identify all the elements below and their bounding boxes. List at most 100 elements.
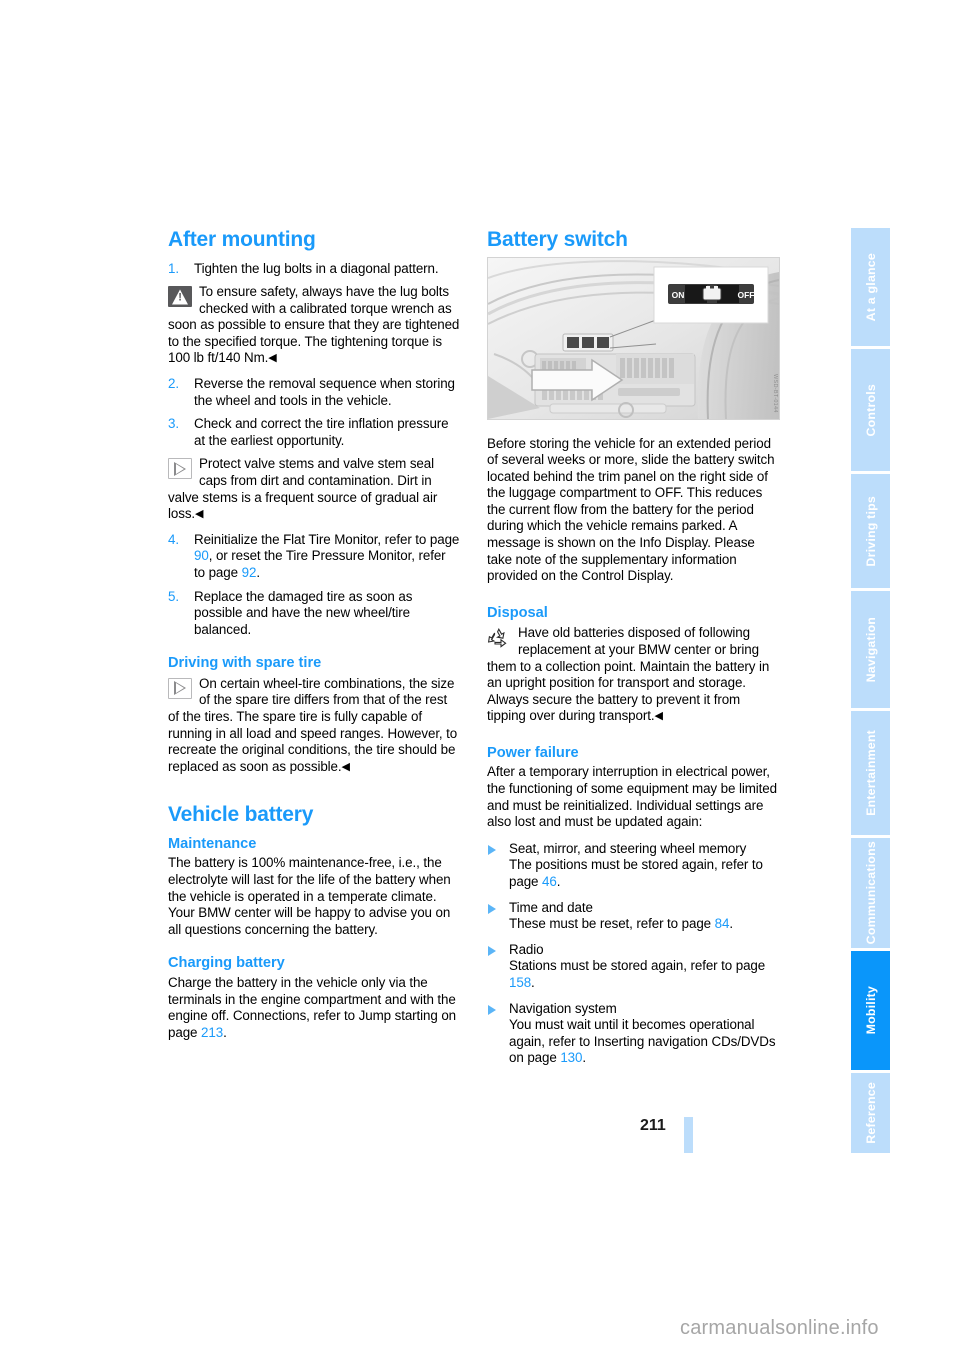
power-failure-intro: After a temporary interruption in electr… [487,764,777,830]
note-end-marker: ◀ [195,508,204,521]
sidebar-item-mobility[interactable]: Mobility [851,951,890,1070]
tab-label: Communications [863,841,878,945]
note-end-marker: ◀ [654,710,663,723]
page-reference-link[interactable]: 213 [201,1025,223,1040]
triangle-bullet-icon [488,844,496,855]
step-text: Reverse the removal sequence when storin… [194,376,455,408]
battery-switch-text: Before storing the vehicle for an extend… [487,435,775,584]
tab-label: Reference [863,1082,878,1144]
step-text-before: Reinitialize the Flat Tire Monitor, refe… [194,531,460,547]
valve-note-text: Protect valve stems and valve stem seal … [168,456,438,522]
step-item: 1. Tighten the lug bolts in a diagonal p… [168,261,460,278]
step-item: 2. Reverse the removal sequence when sto… [168,376,460,409]
note-end-marker: ◀ [268,352,277,365]
sidebar-item-communications[interactable]: Communications [851,838,890,948]
step-text-after: . [256,565,260,581]
list-item-detail-before: Stations must be stored again, refer to … [509,958,766,974]
sidebar-item-driving-tips[interactable]: Driving tips [851,474,890,588]
tab-label: At a glance [863,252,878,322]
page-reference-link[interactable]: 130 [560,1050,582,1065]
step-item: 3. Check and correct the tire inflation … [168,416,460,449]
tab-label: Mobility [863,986,878,1035]
tab-label: Driving tips [863,495,878,567]
valve-note-block: Protect valve stems and valve stem seal … [168,456,460,522]
heading-charging-battery: Charging battery [168,955,285,972]
list-item-detail-after: . [556,873,561,889]
warning-note: ! To ensure safety, always have the lug … [168,284,460,367]
power-failure-list: Seat, mirror, and steering wheel memory … [487,841,779,1067]
step-text-mid: , or reset the Tire Pressure Monitor, re… [194,548,446,581]
step-item: 5. Replace the damaged tire as soon as p… [168,589,460,639]
page-title-after-mounting: After mounting [168,228,316,251]
note-triangle-icon [168,458,192,480]
list-item-title: Time and date [509,899,593,915]
manual-page: After mounting 1. Tighten the lug bolts … [0,0,960,1358]
tab-label: Navigation [863,616,878,683]
step-number: 2. [168,376,179,392]
page-reference-link[interactable]: 92 [242,565,257,580]
triangle-bullet-icon [488,1004,496,1015]
charging-text-after: . [223,1024,227,1040]
step-number: 4. [168,531,179,547]
step-text: Tighten the lug bolts in a diagonal patt… [194,260,439,276]
warning-triangle-icon: ! [168,286,192,308]
recycle-icon [487,627,511,649]
step-number: 5. [168,588,179,604]
sidebar-item-at-a-glance[interactable]: At a glance [851,228,890,346]
list-item-detail-after: . [531,974,535,990]
step-item: 4. Reinitialize the Flat Tire Monitor, r… [168,532,460,582]
sidebar-item-navigation[interactable]: Navigation [851,591,890,708]
left-text-column: After mounting 1. Tighten the lug bolts … [168,228,460,1041]
spare-tire-note: On certain wheel-tire combinations, the … [168,676,460,776]
step-text: Replace the damaged tire as soon as poss… [194,588,413,637]
chapter-tab-strip: At a glance Controls Driving tips Naviga… [851,228,890,1153]
page-marker-bar [684,1117,693,1153]
page-title-vehicle-battery: Vehicle battery [168,803,314,827]
sidebar-item-entertainment[interactable]: Entertainment [851,711,890,835]
charging-battery-text: Charge the battery in the vehicle only v… [168,975,460,1041]
maintenance-text: The battery is 100% maintenance-free, i.… [168,855,451,937]
disposal-note: Have old batteries disposed of following… [487,625,779,725]
tab-label: Entertainment [863,730,878,816]
step-number: 3. [168,416,179,432]
heading-power-failure: Power failure [487,744,579,761]
list-item-detail-before: You must wait until it becomes operation… [509,1017,776,1066]
note-triangle-icon [168,677,192,699]
figure-spacer [487,261,779,436]
list-item-title: Navigation system [509,1000,617,1016]
after-mounting-steps: 1. Tighten the lug bolts in a diagonal p… [168,261,460,639]
triangle-bullet-icon [488,945,496,956]
list-item: Time and date These must be reset, refer… [487,900,779,933]
valve-note: Protect valve stems and valve stem seal … [168,456,460,522]
note-end-marker: ◀ [341,760,350,773]
list-item-title: Radio [509,941,544,957]
spare-tire-note-text: On certain wheel-tire combinations, the … [168,675,458,774]
sidebar-item-controls[interactable]: Controls [851,349,890,471]
list-item: Navigation system You must wait until it… [487,1001,779,1067]
list-item: Radio Stations must be stored again, ref… [487,942,779,992]
page-reference-link[interactable]: 158 [509,975,531,990]
right-text-column: Battery switch Before storing the vehicl… [487,228,779,1076]
step-text: Check and correct the tire inflation pre… [194,416,449,448]
heading-disposal: Disposal [487,604,548,621]
list-item-detail-after: . [582,1050,586,1066]
heading-driving-with-spare-tire: Driving with spare tire [168,655,322,672]
page-reference-link[interactable]: 90 [194,548,209,563]
page-reference-link[interactable]: 46 [542,874,557,889]
step-number: 1. [168,260,179,276]
sidebar-item-reference[interactable]: Reference [851,1073,890,1153]
triangle-bullet-icon [488,903,496,914]
list-item-title: Seat, mirror, and steering wheel memory [509,840,747,856]
page-reference-link[interactable]: 84 [715,916,730,931]
footer-watermark: carmanualsonline.info [680,1317,879,1339]
list-item-detail-before: These must be reset, refer to page [509,916,715,932]
page-title-battery-switch: Battery switch [487,228,628,251]
heading-maintenance: Maintenance [168,835,257,852]
warning-note-text: To ensure safety, always have the lug bo… [168,284,460,366]
disposal-note-text: Have old batteries disposed of following… [487,625,770,724]
tab-label: Controls [863,383,878,437]
warning-note-block: ! To ensure safety, always have the lug … [168,284,460,367]
list-item-detail-after: . [729,916,733,932]
list-item: Seat, mirror, and steering wheel memory … [487,841,779,891]
page-number: 211 [640,1117,666,1134]
